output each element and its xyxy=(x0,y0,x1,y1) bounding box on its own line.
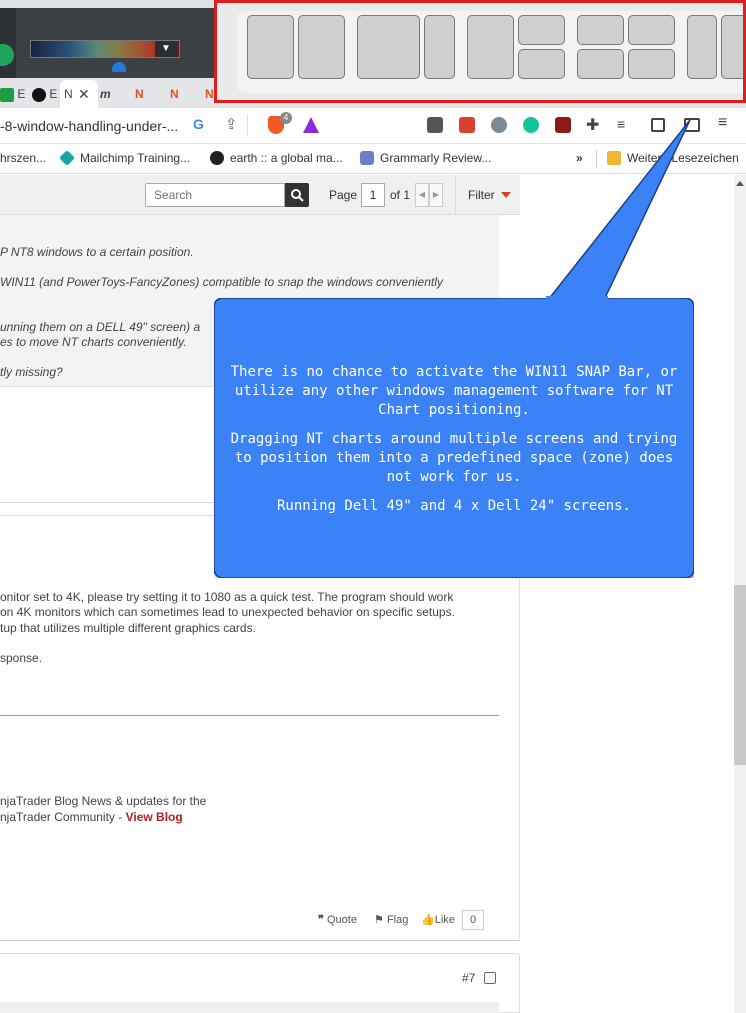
quote-line: unning them on a DELL 49" screen) a xyxy=(0,320,201,334)
extension-icon-2[interactable] xyxy=(459,117,475,133)
thumbs-up-icon: 👍 xyxy=(421,914,435,926)
signature-divider xyxy=(0,715,499,716)
nt-tab-icon[interactable]: N xyxy=(135,84,144,104)
scroll-thumb[interactable] xyxy=(734,585,746,765)
page-label: Page xyxy=(329,188,358,202)
callout-paragraph: There is no chance to activate the WIN11… xyxy=(230,364,678,418)
next-page-button[interactable]: ▶ xyxy=(429,183,443,207)
bookmark-mailchimp[interactable]: Mailchimp Training... xyxy=(59,150,190,166)
snap-zone[interactable] xyxy=(467,15,514,79)
reply-line: sponse. xyxy=(0,651,43,665)
quote-icon: ❞ xyxy=(318,914,324,926)
like-count: 0 xyxy=(462,910,484,930)
snap-zone[interactable] xyxy=(628,15,675,45)
caret-down-icon xyxy=(500,192,511,198)
post-card-bottom xyxy=(0,940,520,941)
blue-indicator xyxy=(112,62,126,72)
tab-1[interactable]: E xyxy=(0,84,25,104)
url-text[interactable]: -8-window-handling-under-... xyxy=(0,118,178,134)
sheet-icon xyxy=(0,87,14,102)
nt-tab-icon-2[interactable]: N xyxy=(170,84,179,104)
page-number-input[interactable]: 1 xyxy=(361,183,385,207)
nt-tab-icon-3[interactable]: N xyxy=(205,84,214,104)
post-number: #7 xyxy=(462,971,476,985)
snap-layout-halves[interactable] xyxy=(247,15,347,81)
tab-2[interactable]: E xyxy=(32,84,57,104)
page-total: of 1 xyxy=(390,188,411,202)
snap-layouts-flyout xyxy=(214,0,746,103)
snap-zone[interactable] xyxy=(577,15,624,45)
signature-line-2: njaTrader Community - View Blog xyxy=(0,810,183,824)
bug-icon xyxy=(32,87,46,102)
brave-badge: 4 xyxy=(280,112,292,124)
callout-text: There is no chance to activate the WIN11… xyxy=(226,363,682,526)
snap-layout-two-thirds[interactable] xyxy=(357,15,457,81)
snap-layout-thirds[interactable] xyxy=(687,15,743,81)
flag-button[interactable]: ⚑ Flag xyxy=(374,913,408,926)
search-input[interactable] xyxy=(145,183,285,207)
globe-icon xyxy=(210,151,224,165)
k-logo-icon xyxy=(360,151,374,165)
extension-icon-3[interactable] xyxy=(491,117,507,133)
snap-zone[interactable] xyxy=(247,15,294,79)
scroll-up-arrow-icon[interactable] xyxy=(736,181,744,186)
quote-line: tly missing? xyxy=(0,365,63,379)
script-m-icon[interactable]: m xyxy=(100,84,111,104)
diamond-icon xyxy=(59,150,75,166)
chevron-down-icon[interactable]: ▼ xyxy=(155,41,177,57)
reply-line: tup that utilizes multiple different gra… xyxy=(0,621,256,635)
snap-zone[interactable] xyxy=(721,15,743,79)
view-blog-link[interactable]: View Blog xyxy=(126,810,183,824)
brave-rewards-icon[interactable] xyxy=(303,117,319,133)
snap-layout-quadrants[interactable] xyxy=(577,15,677,81)
bookmark-1[interactable]: hrszen... xyxy=(0,150,46,166)
divider xyxy=(247,114,248,136)
signature-line: njaTrader Blog News & updates for the xyxy=(0,794,207,808)
snap-zone[interactable] xyxy=(628,49,675,79)
callout-paragraph: Dragging NT charts around multiple scree… xyxy=(230,431,678,485)
share-icon[interactable]: ⇪ xyxy=(225,115,238,133)
snap-zone[interactable] xyxy=(577,49,624,79)
reply-line: on 4K monitors which can sometimes lead … xyxy=(0,605,455,619)
google-search-icon[interactable]: G xyxy=(193,116,204,132)
like-button[interactable]: 👍Like xyxy=(421,913,455,926)
bookmark-grammarly[interactable]: Grammarly Review... xyxy=(360,150,491,166)
grammarly-extension-icon[interactable] xyxy=(523,117,539,133)
color-gradient-dropdown[interactable]: ▼ xyxy=(30,40,180,58)
snap-zone[interactable] xyxy=(518,15,565,45)
search-icon xyxy=(291,189,304,202)
filter-button[interactable]: Filter xyxy=(455,175,520,215)
bookmark-earth[interactable]: earth :: a global ma... xyxy=(210,150,343,166)
page-scrollbar[interactable] xyxy=(734,175,746,1013)
select-post-checkbox[interactable] xyxy=(484,972,496,984)
snap-zone[interactable] xyxy=(687,15,717,79)
quote-line: es to move NT charts conveniently. xyxy=(0,335,187,349)
quote-button[interactable]: ❞ Quote xyxy=(318,913,357,926)
tab-3[interactable]: N xyxy=(64,84,73,104)
search-button[interactable] xyxy=(285,183,309,207)
quote-line: WIN11 (and PowerToys-FancyZones) compati… xyxy=(0,275,443,289)
extension-icon-1[interactable] xyxy=(427,117,443,133)
snap-layout-left-plus-stack[interactable] xyxy=(467,15,567,81)
close-tab-icon[interactable]: ✕ xyxy=(78,84,90,104)
flag-icon: ⚑ xyxy=(374,914,384,926)
prev-page-button[interactable]: ◀ xyxy=(415,183,429,207)
callout-pointer xyxy=(546,119,691,302)
snap-zone[interactable] xyxy=(424,15,455,79)
thread-toolbar: Page 1 of 1 ◀ ▶ Filter xyxy=(0,175,520,215)
reply-line: onitor set to 4K, please try setting it … xyxy=(0,590,454,604)
next-post-card: #7 xyxy=(0,953,520,1013)
quote-line: P NT8 windows to a certain position. xyxy=(0,245,194,259)
snap-zone[interactable] xyxy=(298,15,345,79)
snap-zone[interactable] xyxy=(518,49,565,79)
snap-zone[interactable] xyxy=(357,15,420,79)
callout-paragraph: Running Dell 49" and 4 x Dell 24" screen… xyxy=(276,498,631,514)
